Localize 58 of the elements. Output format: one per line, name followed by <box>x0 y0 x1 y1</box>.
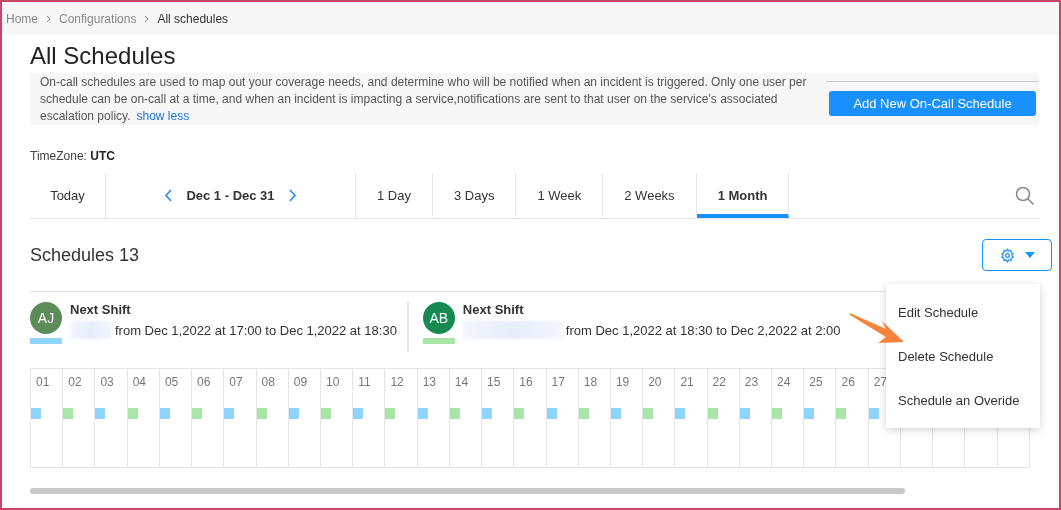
avatar: AB <box>422 302 455 334</box>
day-label: 25 <box>808 374 824 389</box>
avatar: AJ <box>30 302 62 334</box>
description-text: On-call schedules are used to map out your coverage needs, and determine who will be notified when an incident is triggered. Only one user per schedule can be on-call at a time, and when an incident is impacting a service,notifications are sent to that user on the service’s associated escalation policy. show less <box>39 74 808 125</box>
menu-item[interactable]: Delete Schedule <box>886 334 1040 378</box>
day-label: 10 <box>324 374 341 389</box>
day-label: 23 <box>743 374 760 389</box>
shift-title: Next Shift <box>70 302 132 318</box>
day-label: 22 <box>711 374 727 389</box>
redacted-name <box>70 321 112 339</box>
day-label: 08 <box>260 374 276 389</box>
shift-time: from Dec 1,2022 at 17:00 to Dec 1,2022 at 18:30 <box>115 322 397 338</box>
breadcrumb-link[interactable]: All schedules <box>157 11 229 26</box>
day-label: 05 <box>163 374 180 389</box>
today-button[interactable]: Today <box>30 173 106 218</box>
day-label: 26 <box>840 374 856 389</box>
day-label: 12 <box>389 374 405 389</box>
day-label: 07 <box>228 374 244 389</box>
shift-time: from Dec 1,2022 at 18:30 to Dec 2,2022 at 2:00 <box>565 322 841 338</box>
view-tab[interactable]: 3 Days <box>432 173 517 218</box>
settings-dropdown-button[interactable] <box>982 239 1052 271</box>
gear-icon <box>999 247 1015 263</box>
day-label: 02 <box>67 374 83 389</box>
day-label: 01 <box>35 374 51 389</box>
day-label: 09 <box>292 374 309 389</box>
view-tab[interactable]: 1 Month <box>696 173 790 218</box>
scrollbar[interactable] <box>30 488 905 494</box>
day-label: 15 <box>486 374 502 389</box>
menu-item[interactable]: Schedule an Overide <box>886 378 1040 422</box>
menu-item[interactable]: Edit Schedule <box>886 290 1040 334</box>
day-label: 13 <box>421 374 437 389</box>
day-label: 20 <box>647 374 663 389</box>
chevron-icon <box>46 14 51 23</box>
view-tab[interactable]: 2 Weeks <box>603 173 697 218</box>
day-label: 24 <box>776 374 792 389</box>
day-label: 04 <box>131 374 147 389</box>
show-less-link[interactable]: show less <box>136 109 190 123</box>
day-label: 18 <box>582 374 599 389</box>
previous-icon[interactable] <box>164 189 173 202</box>
view-tab[interactable]: 1 Day <box>356 173 433 218</box>
schedules-title: Schedules 13 <box>30 244 140 266</box>
shift-title: Next Shift <box>462 302 525 318</box>
next-icon[interactable] <box>288 189 297 202</box>
day-label: 06 <box>196 374 212 389</box>
day-label: 21 <box>679 374 695 389</box>
page-title: All Schedules <box>30 41 177 71</box>
day-label: 14 <box>453 374 470 389</box>
caret-icon <box>1024 252 1035 258</box>
day-label: 03 <box>99 374 115 389</box>
view-tab[interactable]: 1 Week <box>516 173 604 218</box>
day-label: 27 <box>872 374 889 389</box>
day-label: 16 <box>518 374 534 389</box>
chevron-icon <box>144 14 150 23</box>
date-range: Dec 1 - Dec 31 <box>186 188 275 203</box>
day-label: 11 <box>357 374 372 389</box>
timezone-label: TimeZone: UTC <box>30 149 116 163</box>
day-label: 17 <box>550 374 566 389</box>
day-label: 19 <box>614 374 631 389</box>
